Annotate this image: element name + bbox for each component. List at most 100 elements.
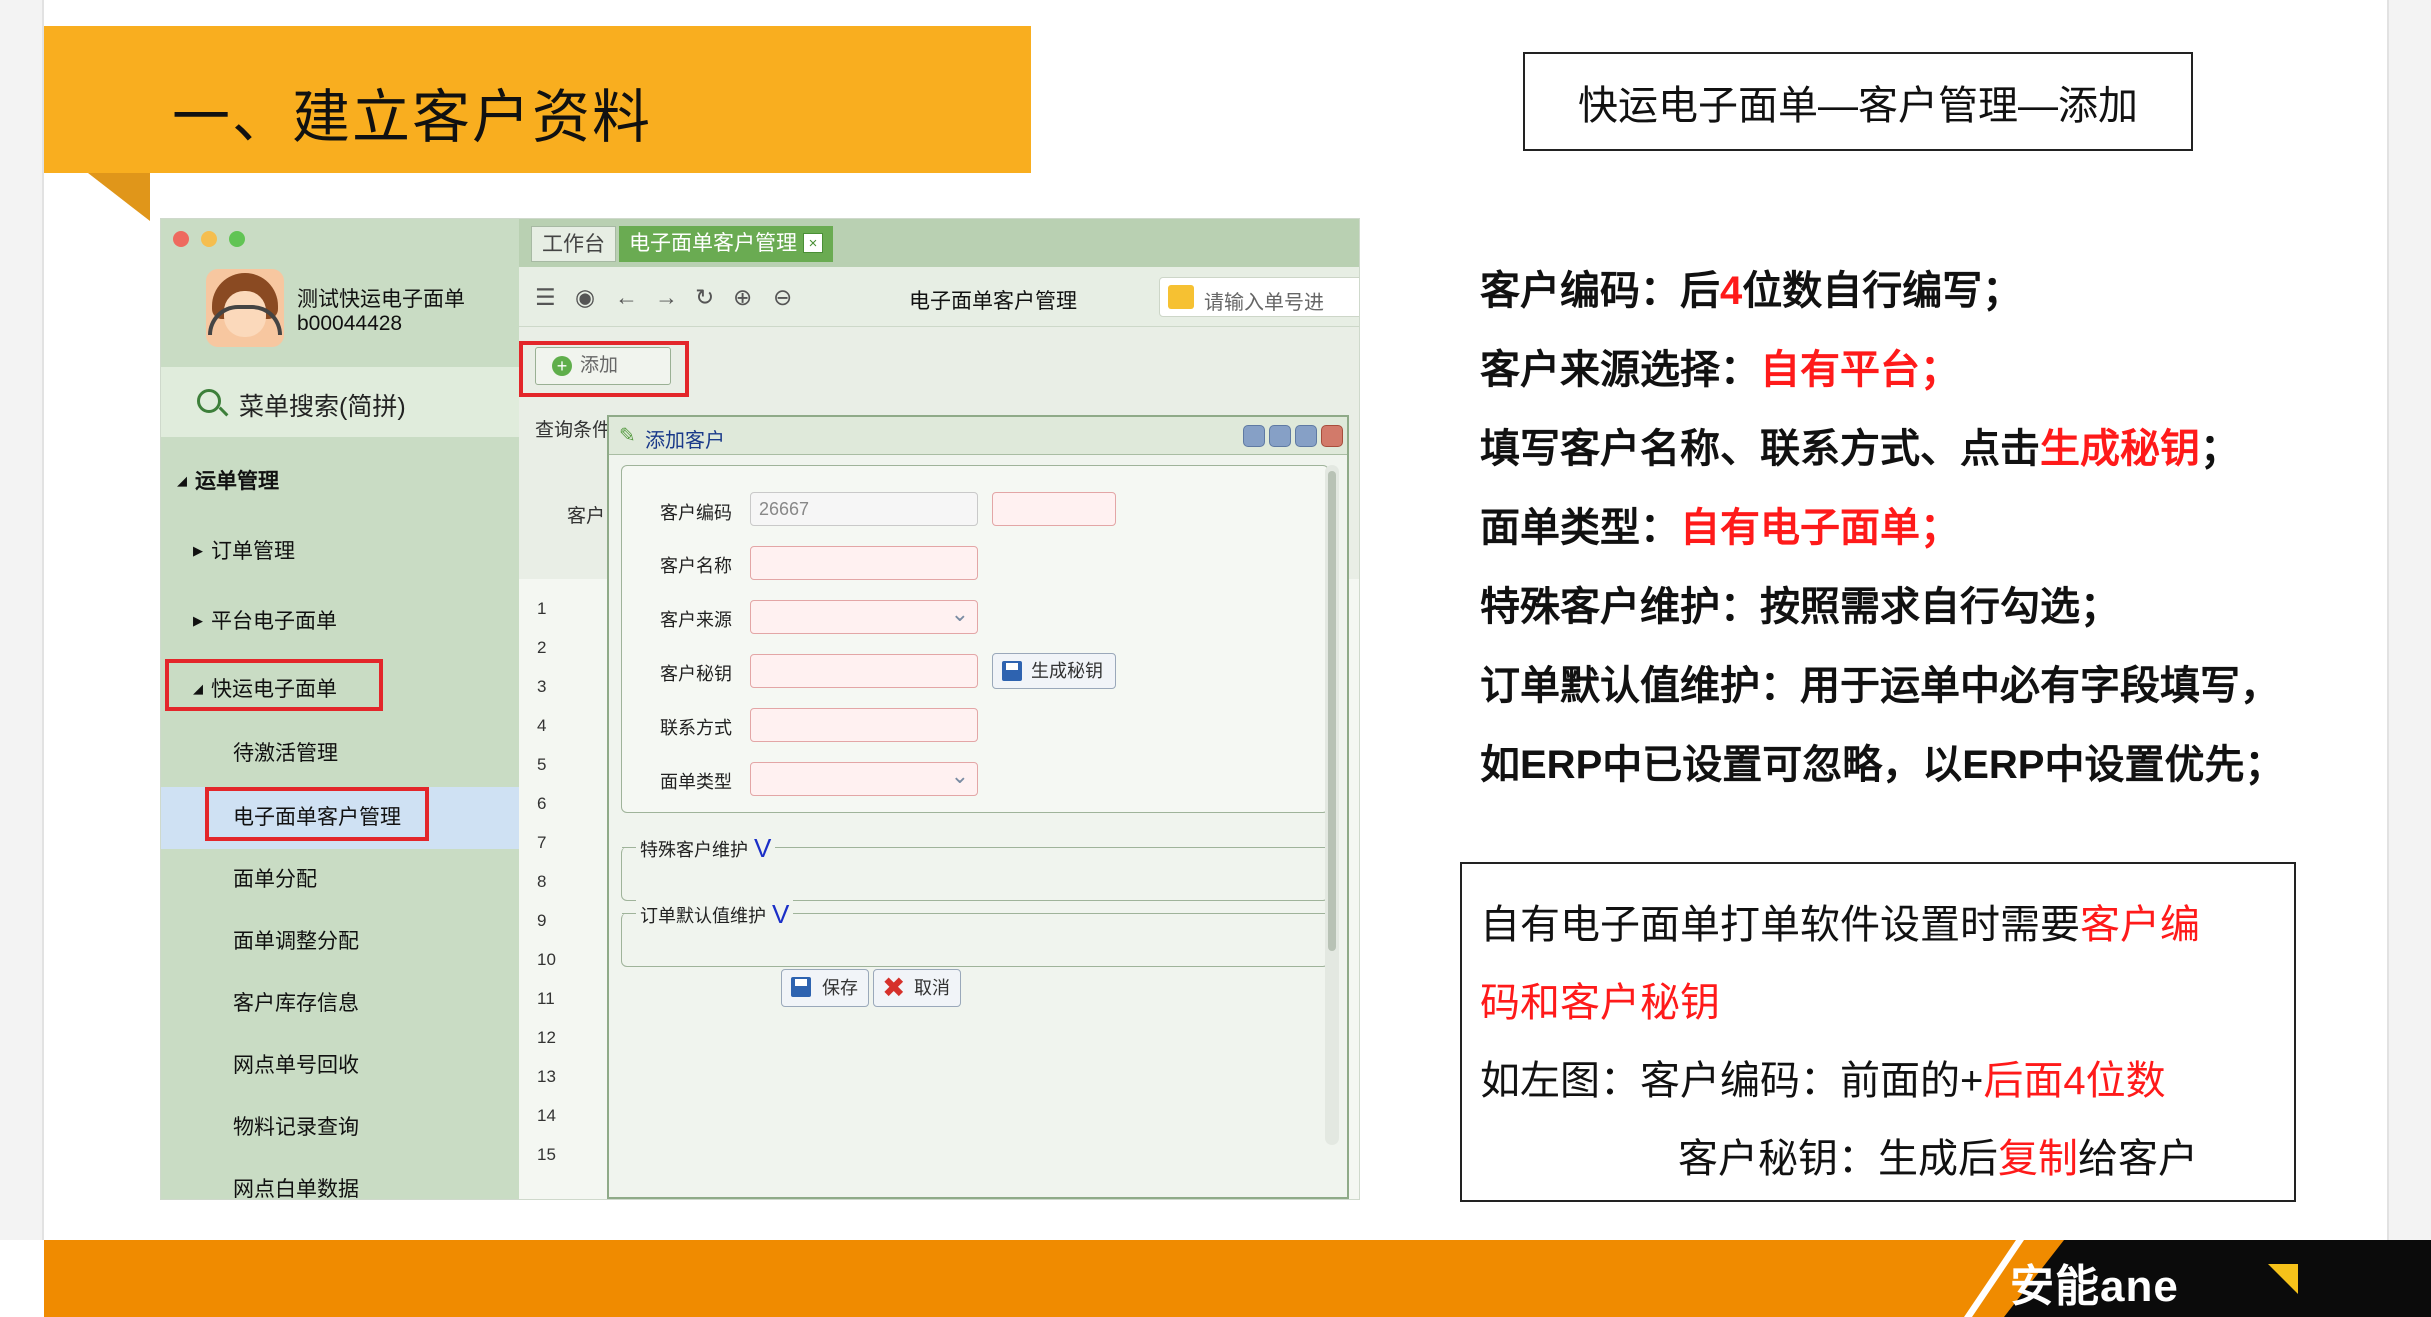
eye-icon[interactable]: ◉ xyxy=(575,284,595,311)
sidebar-item-allocation-adjust[interactable]: 面单调整分配 xyxy=(233,925,359,955)
back-arrow-icon[interactable]: ← xyxy=(615,284,638,311)
customer-source-select[interactable] xyxy=(750,600,978,634)
dialog-scrollbar[interactable] xyxy=(1325,465,1339,1145)
row-number: 2 xyxy=(537,638,547,657)
customer-name-input[interactable] xyxy=(750,546,978,580)
menu-search[interactable]: 菜单搜索(简拼) xyxy=(161,367,519,437)
row-number: 7 xyxy=(537,833,547,852)
tab-ewaybill-customers[interactable]: 电子面单客户管理 × xyxy=(619,226,833,262)
avatar xyxy=(206,269,284,347)
zoom-in-icon[interactable]: ⊕ xyxy=(733,284,752,311)
close-window-icon[interactable] xyxy=(173,231,189,247)
waybill-type-label: 面单类型 xyxy=(660,772,732,792)
logo-arrow-icon xyxy=(2268,1264,2298,1294)
special-customer-section[interactable]: 特殊客户维护 V xyxy=(621,833,1330,901)
instruction-customer-code: 客户编码：后4位数自行编写； xyxy=(1480,269,2023,313)
row-number: 15 xyxy=(537,1145,556,1164)
save-button[interactable]: 保存 xyxy=(781,969,869,1007)
highlight-add-button xyxy=(519,341,689,397)
customer-code-suffix-input[interactable] xyxy=(992,492,1116,526)
sidebar-item-customer-stock[interactable]: 客户库存信息 xyxy=(233,987,359,1017)
contact-input[interactable] xyxy=(750,708,978,742)
instruction-order-default: 订单默认值维护：用于运单中必有字段填写， xyxy=(1480,664,2280,708)
row-number: 4 xyxy=(537,716,547,735)
maximize-dialog-icon[interactable] xyxy=(1295,425,1317,447)
instruction-special-customer: 特殊客户维护：按照需求自行勾选； xyxy=(1480,585,2120,629)
customer-form: 客户编码 26667 客户名称 客户来源 客户秘钥 生成秘钥 联系方式 面单类型 xyxy=(621,465,1329,813)
sidebar-item-pending-activation[interactable]: 待激活管理 xyxy=(233,737,338,767)
query-conditions-label: 查询条件 xyxy=(535,420,612,441)
sidebar-item-orders[interactable]: ▶ 订单管理 xyxy=(193,535,295,565)
menu-path-box: 快运电子面单—客户管理—添加 xyxy=(1523,52,2193,151)
row-number: 9 xyxy=(537,911,547,930)
refresh-icon[interactable]: ↻ xyxy=(695,284,714,311)
window-controls xyxy=(173,231,245,247)
sidebar-item-waybill-allocation[interactable]: 面单分配 xyxy=(233,863,317,893)
close-tab-icon[interactable]: × xyxy=(803,233,823,253)
sidebar-item-blank-waybill-data[interactable]: 网点白单数据 xyxy=(233,1173,359,1199)
expand-icon[interactable]: V xyxy=(754,833,771,863)
collapse-dialog-icon[interactable] xyxy=(1243,425,1265,447)
app-screenshot: 测试快运电子面单 b00044428 菜单搜索(简拼) ◢ 运单管理 ▶ 订单管理 … xyxy=(160,218,1360,1200)
generate-secret-button[interactable]: 生成秘钥 xyxy=(992,653,1116,689)
waybill-type-select[interactable] xyxy=(750,762,978,796)
customer-name-label: 客户名称 xyxy=(660,556,732,576)
user-name: 测试快运电子面单 xyxy=(297,288,465,311)
slide-title: 一、建立客户资料 xyxy=(172,85,653,150)
brand-logo: 安能ane xyxy=(2010,1262,2179,1311)
waybill-search-icon xyxy=(1168,285,1194,309)
instruction-generate-secret: 填写客户名称、联系方式、点击生成秘钥； xyxy=(1480,427,2240,471)
sidebar-item-material-records[interactable]: 物料记录查询 xyxy=(233,1111,359,1141)
customer-code-prefix: 26667 xyxy=(750,492,978,526)
note-line: 客户秘钥：生成后复制给客户 xyxy=(1678,1137,2198,1181)
sidebar-item-waybill[interactable]: ◢ 运单管理 xyxy=(177,465,279,495)
zoom-out-icon[interactable]: ⊖ xyxy=(773,284,792,311)
maximize-window-icon[interactable] xyxy=(229,231,245,247)
row-number: 11 xyxy=(537,989,555,1008)
row-number: 13 xyxy=(537,1067,556,1086)
order-default-section[interactable]: 订单默认值维护 V xyxy=(621,899,1330,967)
cancel-button[interactable]: ✖ 取消 xyxy=(873,969,961,1007)
customer-filter-label: 客户 xyxy=(567,506,606,527)
customer-secret-label: 客户秘钥 xyxy=(660,664,732,684)
row-number: 8 xyxy=(537,872,547,891)
waybill-search-input[interactable]: 请输入单号进 xyxy=(1159,277,1359,317)
slide-right-margin xyxy=(2387,0,2431,1240)
minimize-dialog-icon[interactable] xyxy=(1269,425,1291,447)
dialog-header: ✎ 添加客户 xyxy=(609,417,1347,455)
row-number: 3 xyxy=(537,677,547,696)
note-line: 如左图：客户编码：前面的+后面4位数 xyxy=(1480,1059,2166,1103)
add-customer-dialog: ✎ 添加客户 客户编码 26667 客户名称 客户来源 客户秘钥 生成秘钥 联系… xyxy=(607,415,1349,1199)
sidebar-item-number-recycle[interactable]: 网点单号回收 xyxy=(233,1049,359,1079)
cancel-x-icon: ✖ xyxy=(882,972,906,1003)
instruction-customer-source: 客户来源选择：自有平台； xyxy=(1480,348,1960,392)
row-number: 1 xyxy=(537,599,547,618)
floppy-icon xyxy=(791,977,811,997)
caret-right-icon: ▶ xyxy=(193,613,203,628)
menu-icon[interactable]: ☰ xyxy=(535,284,556,311)
note-line: 码和客户秘钥 xyxy=(1480,981,1720,1025)
note-line: 自有电子面单打单软件设置时需要客户编 xyxy=(1480,903,2200,947)
slide-left-margin xyxy=(0,0,44,1240)
toolbar: ☰ ◉ ← → ↻ ⊕ ⊖ 电子面单客户管理 请输入单号进 xyxy=(519,267,1359,327)
customer-secret-input[interactable] xyxy=(750,654,978,688)
title-banner: 一、建立客户资料 xyxy=(44,26,1031,173)
forward-arrow-icon[interactable]: → xyxy=(655,284,678,311)
row-numbers: 1 2 3 4 5 6 7 8 9 10 11 12 13 14 15 xyxy=(519,589,567,1174)
customer-code-label: 客户编码 xyxy=(660,503,732,523)
row-number: 6 xyxy=(537,794,547,813)
caret-down-icon: ◢ xyxy=(177,473,187,488)
expand-icon[interactable]: V xyxy=(772,899,789,929)
banner-fold xyxy=(88,173,150,221)
search-icon xyxy=(197,389,221,413)
menu-search-label: 菜单搜索(简拼) xyxy=(239,393,406,421)
sidebar: 测试快运电子面单 b00044428 菜单搜索(简拼) ◢ 运单管理 ▶ 订单管理 … xyxy=(161,219,519,1199)
instruction-waybill-type: 面单类型：自有电子面单； xyxy=(1480,506,1960,550)
row-number: 14 xyxy=(537,1106,556,1125)
minimize-window-icon[interactable] xyxy=(201,231,217,247)
sidebar-item-platform-ewaybill[interactable]: ▶ 平台电子面单 xyxy=(193,605,337,635)
highlight-ewaybill-customers xyxy=(205,787,429,841)
tab-workbench[interactable]: 工作台 xyxy=(531,226,616,262)
close-dialog-icon[interactable] xyxy=(1321,425,1343,447)
contact-label: 联系方式 xyxy=(660,718,732,738)
